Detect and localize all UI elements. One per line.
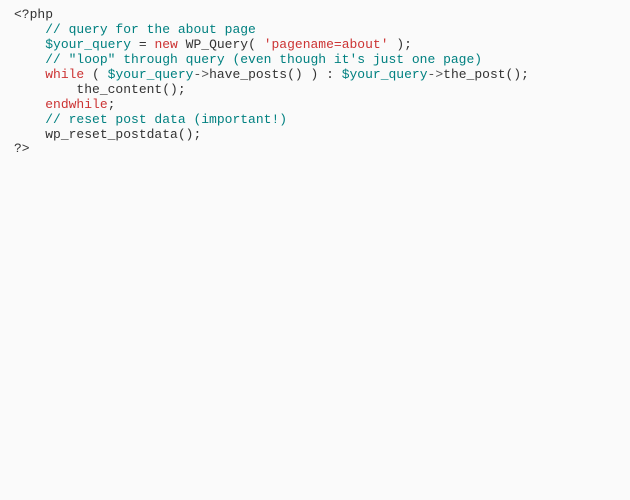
keyword-endwhile: endwhile [45, 97, 107, 112]
method-the-post: the_post(); [443, 67, 529, 82]
open-paren: ( [84, 67, 107, 82]
function-wp-reset-postdata: wp_reset_postdata(); [45, 127, 201, 142]
indent [14, 82, 76, 97]
indent [14, 112, 45, 127]
indent [14, 67, 45, 82]
comment-loop: // "loop" through query (even though it'… [45, 52, 482, 67]
method-have-posts: have_posts() ) : [209, 67, 342, 82]
class-wp-query: WP_Query( [178, 37, 264, 52]
indent [14, 97, 45, 112]
semicolon: ; [108, 97, 116, 112]
variable-your-query-2: $your_query [108, 67, 194, 82]
php-open-tag: <?php [14, 7, 53, 22]
code-block: <?php // query for the about page $your_… [14, 8, 616, 157]
indent [14, 37, 45, 52]
arrow-op-2: -> [428, 67, 444, 82]
comment-reset: // reset post data (important!) [45, 112, 287, 127]
php-close-tag: ?> [14, 141, 30, 156]
indent [14, 127, 45, 142]
string-pagename: 'pagename=about' [264, 37, 389, 52]
assign-op: = [131, 37, 154, 52]
keyword-while: while [45, 67, 84, 82]
indent [14, 52, 45, 67]
variable-your-query-3: $your_query [342, 67, 428, 82]
comment-query: // query for the about page [45, 22, 256, 37]
indent [14, 22, 45, 37]
function-the-content: the_content(); [76, 82, 185, 97]
close-paren: ); [389, 37, 412, 52]
arrow-op: -> [193, 67, 209, 82]
variable-your-query: $your_query [45, 37, 131, 52]
keyword-new: new [154, 37, 177, 52]
